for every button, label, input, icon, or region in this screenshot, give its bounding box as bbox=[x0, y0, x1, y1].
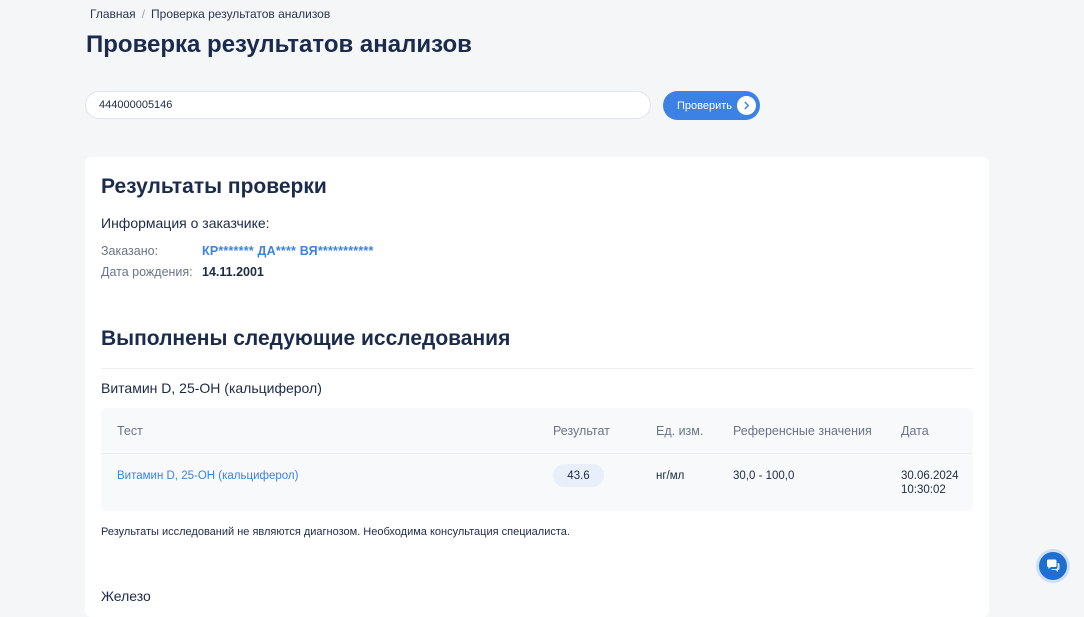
reference-cell: 30,0 - 100,0 bbox=[733, 470, 795, 482]
birth-date-label: Дата рождения: bbox=[101, 265, 193, 279]
chat-button[interactable] bbox=[1036, 549, 1070, 583]
column-header-test: Тест bbox=[117, 424, 143, 438]
chevron-right-icon bbox=[737, 96, 756, 115]
unit-cell: нг/мл bbox=[656, 470, 685, 482]
studies-title: Выполнены следующие исследования bbox=[101, 327, 511, 350]
column-header-reference: Референсные значения bbox=[733, 424, 872, 438]
birth-date-value: 14.11.2001 bbox=[202, 265, 264, 279]
breadcrumb-separator: / bbox=[141, 7, 146, 21]
ordered-row: Заказано: КР******* ДА**** ВЯ*********** bbox=[101, 244, 374, 258]
page-title: Проверка результатов анализов bbox=[86, 31, 472, 58]
chat-icon bbox=[1045, 558, 1061, 574]
time-value: 10:30:02 bbox=[901, 484, 946, 496]
test-name-link[interactable]: Витамин D, 25-OH (кальциферол) bbox=[117, 469, 298, 483]
results-title: Результаты проверки bbox=[101, 175, 327, 198]
order-number-input[interactable] bbox=[85, 91, 651, 119]
ordered-label: Заказано: bbox=[101, 244, 159, 258]
next-study-name: Железо bbox=[101, 588, 151, 604]
breadcrumb: Главная / Проверка результатов анализов bbox=[90, 7, 330, 21]
results-table: Тест Результат Ед. изм. Референсные знач… bbox=[101, 408, 973, 511]
column-header-unit: Ед. изм. bbox=[656, 424, 704, 438]
breadcrumb-home-link[interactable]: Главная bbox=[90, 7, 136, 21]
column-header-result: Результат bbox=[553, 424, 610, 438]
check-button-label: Проверить bbox=[677, 99, 733, 112]
date-value: 30.06.2024 bbox=[901, 470, 959, 482]
ordered-value: КР******* ДА**** ВЯ*********** bbox=[202, 244, 374, 258]
table-header-divider bbox=[101, 453, 973, 454]
results-card: Результаты проверки Информация о заказчи… bbox=[85, 157, 989, 617]
birth-date-row: Дата рождения: 14.11.2001 bbox=[101, 265, 264, 279]
date-cell: 30.06.2024 10:30:02 bbox=[901, 469, 959, 497]
divider bbox=[101, 368, 973, 369]
column-header-date: Дата bbox=[901, 424, 929, 438]
study-name: Витамин D, 25-OH (кальциферол) bbox=[101, 380, 322, 396]
result-value-badge: 43.6 bbox=[553, 464, 604, 487]
customer-info-heading: Информация о заказчике: bbox=[101, 215, 270, 231]
disclaimer-text: Результаты исследований не являются диаг… bbox=[101, 526, 570, 538]
breadcrumb-current: Проверка результатов анализов bbox=[151, 7, 331, 21]
check-button[interactable]: Проверить bbox=[663, 91, 760, 120]
